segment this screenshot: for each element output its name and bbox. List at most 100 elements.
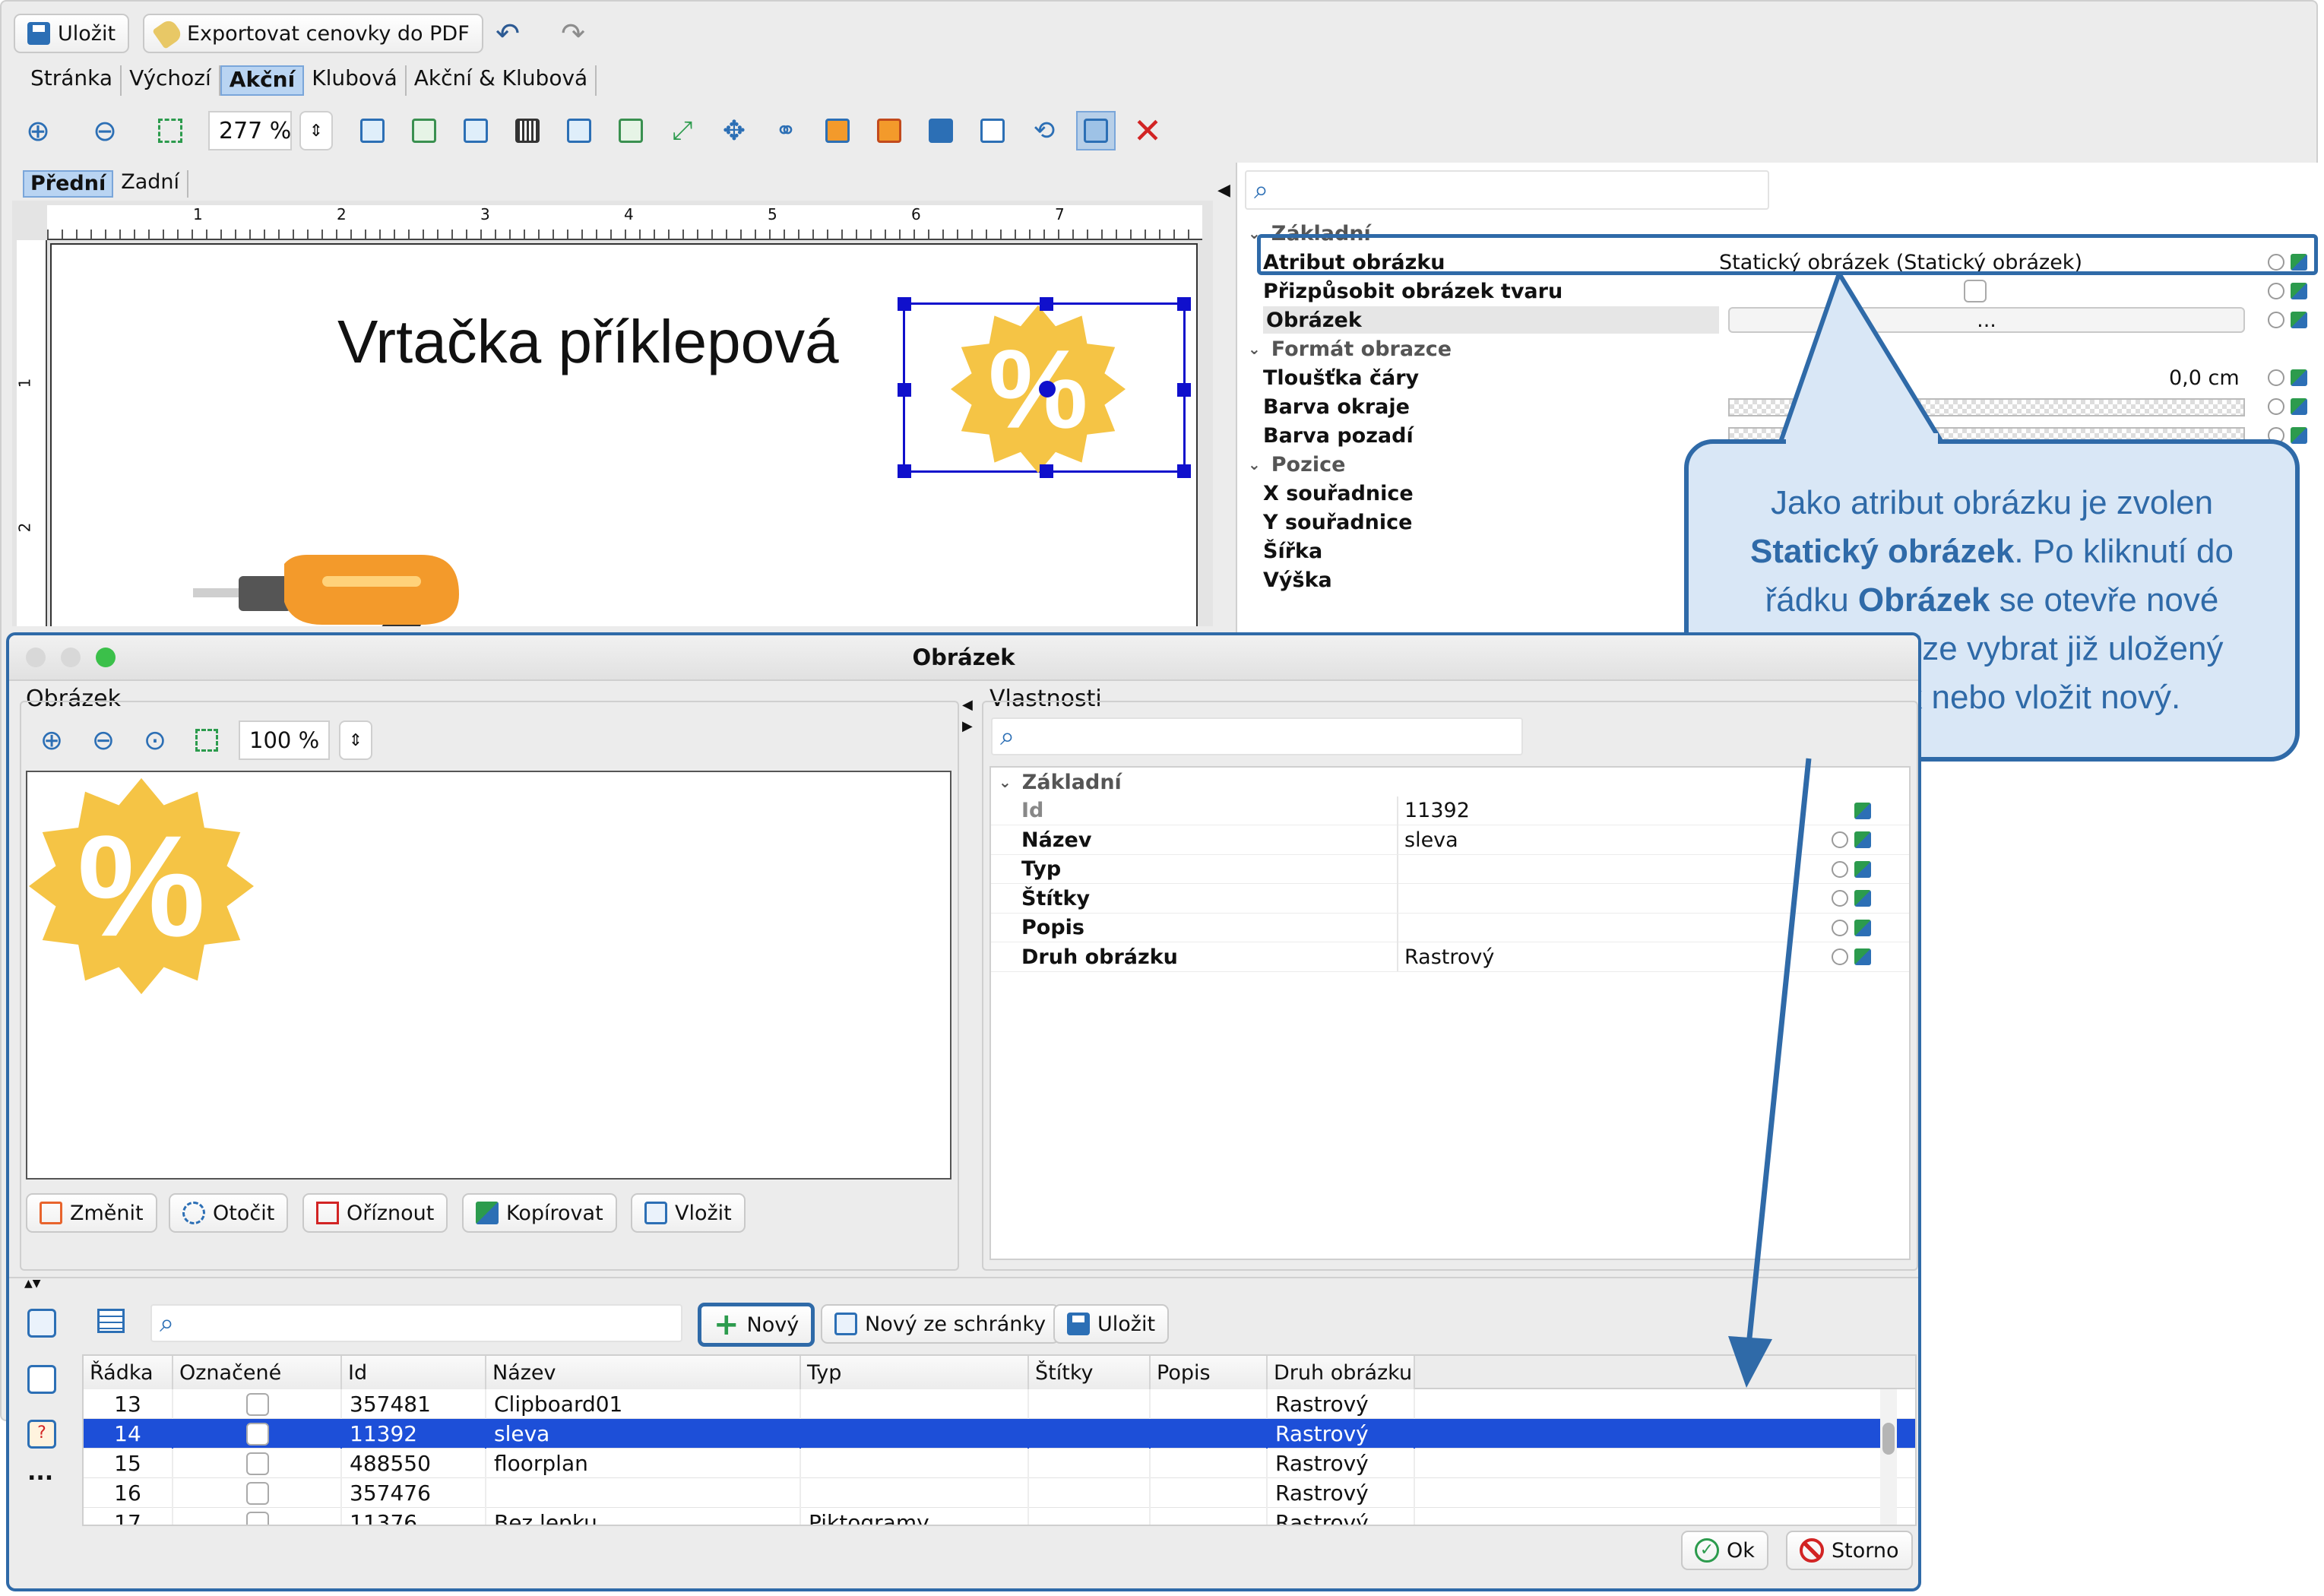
undo-button[interactable]: ↶ bbox=[488, 14, 527, 53]
col-popis[interactable]: Popis bbox=[1151, 1356, 1268, 1389]
rotate-image-button[interactable]: Otočit bbox=[169, 1193, 289, 1233]
table-tool-button[interactable] bbox=[611, 111, 651, 150]
properties-search-input[interactable]: ⌕ bbox=[1245, 170, 1769, 210]
row-checkbox[interactable] bbox=[246, 1481, 269, 1505]
bring-front-button[interactable] bbox=[818, 111, 857, 150]
group-basic[interactable]: ⌄ Základní bbox=[991, 768, 1122, 796]
row-checkbox[interactable] bbox=[246, 1392, 269, 1416]
reset-icon[interactable] bbox=[1832, 919, 1848, 936]
col-oznacene[interactable]: Označené bbox=[173, 1356, 342, 1389]
reset-icon[interactable] bbox=[1832, 831, 1848, 848]
table-settings-button[interactable] bbox=[91, 1301, 131, 1341]
resize-handle[interactable] bbox=[1177, 297, 1191, 311]
dialog-search-input[interactable]: ⌕ bbox=[991, 717, 1523, 755]
resize-handle[interactable] bbox=[1040, 464, 1053, 478]
selected-image-element[interactable]: % bbox=[898, 297, 1191, 478]
table-row[interactable]: 17 11376 Bez lepku Piktogramy Rastrový bbox=[84, 1508, 1915, 1525]
splitter-handle[interactable]: ▲▼ bbox=[9, 1277, 1918, 1289]
row-checkbox[interactable] bbox=[246, 1511, 269, 1525]
line-tool-button[interactable]: ⤢ bbox=[663, 111, 702, 150]
flag-icon[interactable] bbox=[1854, 802, 1871, 819]
image-preview[interactable]: % bbox=[26, 771, 951, 1180]
row-checkbox[interactable] bbox=[246, 1422, 269, 1446]
fit-page-button[interactable] bbox=[187, 720, 226, 760]
flag-icon[interactable] bbox=[1854, 948, 1871, 965]
zoom-input[interactable]: 277 % bbox=[208, 111, 292, 150]
copy-image-button[interactable]: Kopírovat bbox=[462, 1193, 617, 1233]
tab-akcni[interactable]: Akční bbox=[220, 65, 305, 96]
grid-save-button[interactable]: Uložit bbox=[1053, 1304, 1170, 1344]
zoom-in-button[interactable]: ⊕ bbox=[32, 720, 71, 760]
resize-handle[interactable] bbox=[898, 464, 911, 478]
tab-akcni-klubova[interactable]: Akční & Klubová bbox=[407, 65, 597, 96]
reset-icon[interactable] bbox=[1832, 860, 1848, 878]
table-row[interactable]: 13 357481 Clipboard01 Rastrový bbox=[84, 1389, 1915, 1419]
flag-icon[interactable] bbox=[2291, 398, 2307, 415]
tab-vychozi[interactable]: Výchozí bbox=[122, 65, 220, 96]
resize-handle[interactable] bbox=[898, 297, 911, 311]
panel-collapse-arrow[interactable]: ◀ bbox=[1217, 181, 1230, 200]
change-image-button[interactable]: Změnit bbox=[26, 1193, 157, 1233]
tab-predni[interactable]: Přední bbox=[23, 170, 114, 198]
zoom-out-button[interactable]: ⊖ bbox=[84, 720, 123, 760]
zoom-out-button[interactable]: ⊖ bbox=[85, 111, 125, 150]
image-tool-button[interactable] bbox=[456, 111, 496, 150]
dialog-zoom-input[interactable]: 100 % bbox=[239, 720, 330, 760]
save-button[interactable]: Uložit bbox=[14, 14, 130, 53]
paste-image-button[interactable]: Vložit bbox=[631, 1193, 746, 1233]
label-title-text[interactable]: Vrtačka příklepová bbox=[337, 307, 839, 377]
zoom-fit-button[interactable]: ⊙ bbox=[135, 720, 175, 760]
col-nazev[interactable]: Název bbox=[486, 1356, 801, 1389]
group-position[interactable]: ⌄ Pozice bbox=[1237, 450, 1345, 479]
drill-illustration[interactable] bbox=[193, 549, 474, 626]
table-row[interactable]: 16 357476 Rastrový bbox=[84, 1478, 1915, 1508]
pin-tool-button[interactable] bbox=[559, 111, 599, 150]
resize-handle[interactable] bbox=[1177, 464, 1191, 478]
col-id[interactable]: Id bbox=[342, 1356, 486, 1389]
split-arrows[interactable]: ◀ ▶ bbox=[962, 695, 973, 737]
redo-button[interactable]: ↷ bbox=[553, 14, 593, 53]
more-options[interactable]: ... bbox=[27, 1459, 53, 1486]
col-stitky[interactable]: Štítky bbox=[1029, 1356, 1151, 1389]
reset-icon[interactable] bbox=[1832, 890, 1848, 907]
tab-klubova[interactable]: Klubová bbox=[304, 65, 407, 96]
ok-button[interactable]: ✓ Ok bbox=[1681, 1531, 1768, 1570]
list-tool-button[interactable] bbox=[404, 111, 444, 150]
tab-stranka[interactable]: Stránka bbox=[23, 65, 122, 96]
table-row[interactable]: 15 488550 floorplan Rastrový bbox=[84, 1449, 1915, 1478]
crop-image-button[interactable]: Oříznout bbox=[302, 1193, 448, 1233]
move-tool-button[interactable]: ✥ bbox=[714, 111, 754, 150]
send-backward-button[interactable] bbox=[973, 111, 1012, 150]
group-tool-button[interactable]: ⚭ bbox=[766, 111, 806, 150]
reset-icon[interactable] bbox=[2268, 369, 2284, 386]
tab-zadni[interactable]: Zadní bbox=[113, 170, 189, 198]
flag-icon[interactable] bbox=[2291, 312, 2307, 328]
flag-icon[interactable] bbox=[1854, 831, 1871, 848]
flag-icon[interactable] bbox=[2291, 283, 2307, 299]
flag-icon[interactable] bbox=[1854, 919, 1871, 936]
resize-handle[interactable] bbox=[1177, 383, 1191, 397]
delete-button[interactable]: ✕ bbox=[1128, 110, 1167, 151]
reset-icon[interactable] bbox=[1832, 948, 1848, 965]
table-scrollbar[interactable] bbox=[1880, 1389, 1897, 1525]
flag-icon[interactable] bbox=[2291, 427, 2307, 444]
grid-search-input[interactable]: ⌕ bbox=[150, 1304, 682, 1342]
flag-icon[interactable] bbox=[2291, 369, 2307, 386]
col-radka[interactable]: Řádka bbox=[84, 1356, 173, 1389]
barcode-tool-button[interactable] bbox=[508, 111, 547, 150]
cancel-button[interactable]: Storno bbox=[1786, 1531, 1913, 1570]
resize-handle[interactable] bbox=[1040, 297, 1053, 311]
rotate-tool-button[interactable]: ⟲ bbox=[1024, 111, 1064, 150]
zoom-in-button[interactable]: ⊕ bbox=[18, 111, 58, 150]
fit-page-button[interactable] bbox=[150, 111, 190, 150]
group-format[interactable]: ⌄ Formát obrazce bbox=[1237, 334, 1452, 363]
send-back-button[interactable] bbox=[869, 111, 909, 150]
new-from-clipboard-button[interactable]: Nový ze schránky bbox=[821, 1304, 1060, 1344]
text-tool-button[interactable] bbox=[353, 111, 392, 150]
new-image-button[interactable]: + Nový bbox=[698, 1303, 815, 1347]
reset-icon[interactable] bbox=[2268, 283, 2284, 299]
reset-icon[interactable] bbox=[2268, 312, 2284, 328]
flag-icon[interactable] bbox=[1854, 860, 1871, 878]
resize-handle[interactable] bbox=[898, 383, 911, 397]
table-row[interactable]: 14 11392 sleva Rastrový bbox=[84, 1419, 1915, 1449]
